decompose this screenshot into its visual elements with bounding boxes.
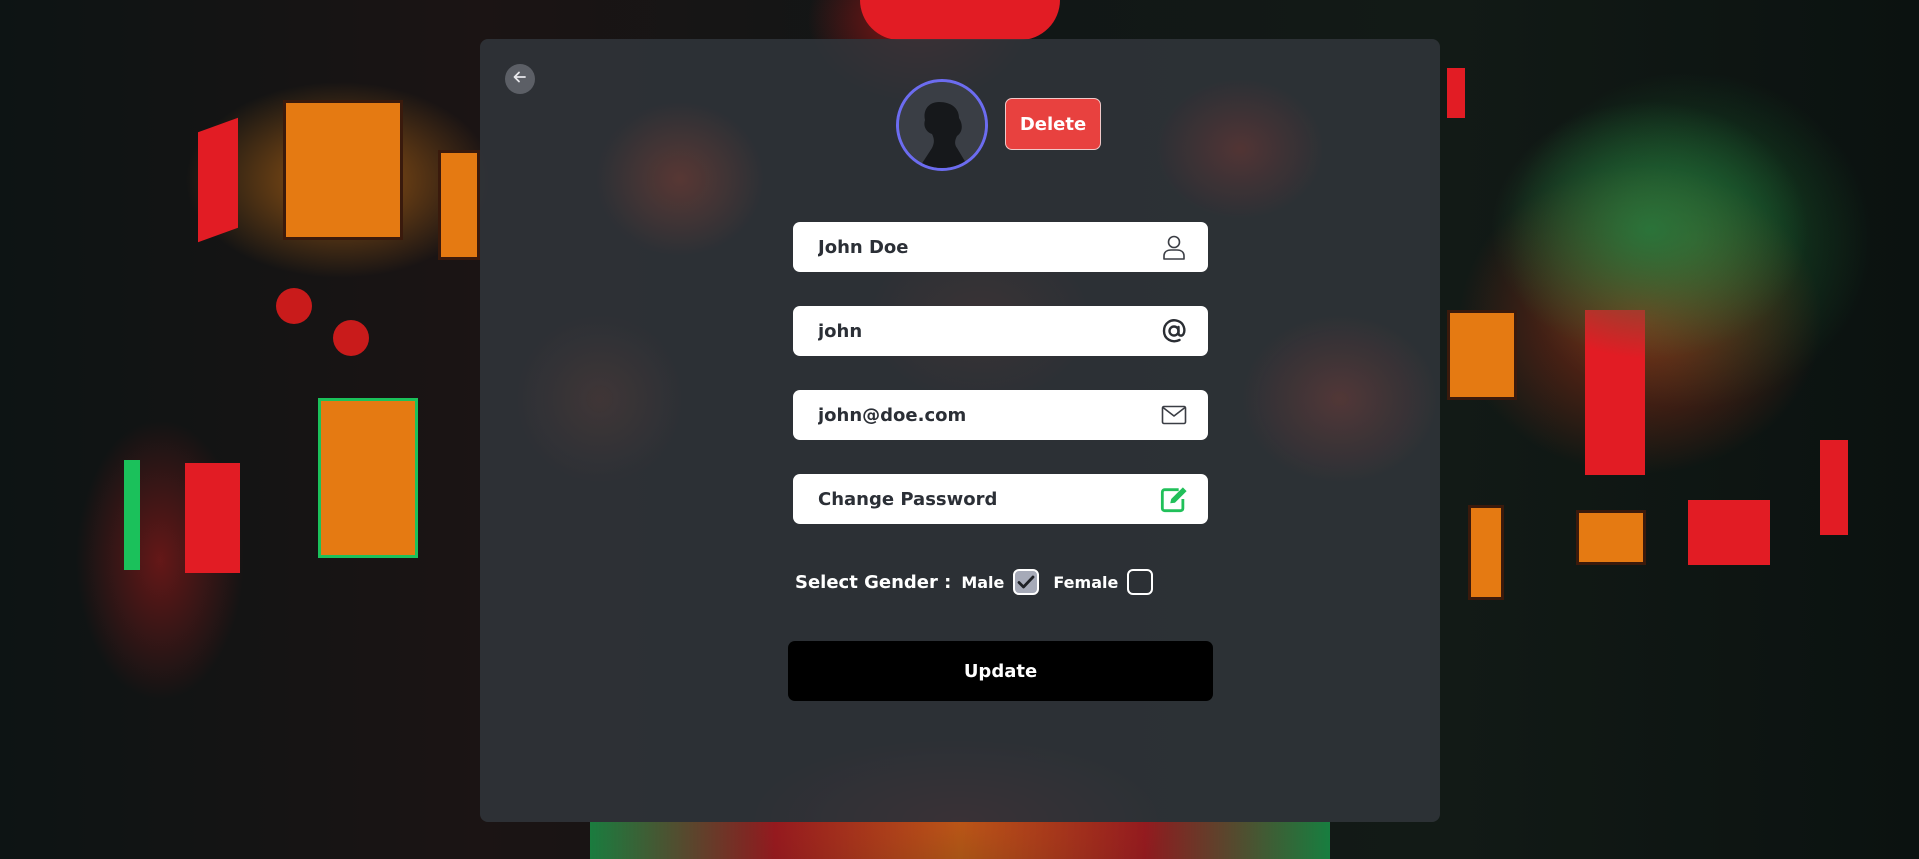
background-sign <box>198 117 238 243</box>
username-field[interactable] <box>793 306 1208 356</box>
gender-female-checkbox[interactable] <box>1127 569 1154 595</box>
background-lantern <box>333 320 369 356</box>
background-window <box>1468 505 1504 600</box>
arrow-left-icon <box>512 69 528 90</box>
background-sign <box>1688 500 1770 565</box>
gender-title: Select Gender : <box>795 571 952 593</box>
password-field[interactable] <box>793 474 1208 524</box>
email-input[interactable] <box>818 404 1138 426</box>
background-window <box>318 398 418 558</box>
background-sign <box>860 0 1060 40</box>
user-icon <box>1160 233 1188 261</box>
avatar-silhouette-icon <box>899 82 985 168</box>
at-icon <box>1160 317 1188 345</box>
delete-button[interactable]: Delete <box>1005 98 1101 150</box>
gender-option-male-label: Male <box>961 572 1005 592</box>
name-input[interactable] <box>818 236 1138 258</box>
update-button[interactable]: Update <box>788 641 1213 701</box>
background-window <box>1576 510 1646 565</box>
gender-option-female-label: Female <box>1053 572 1119 592</box>
mail-icon <box>1160 401 1188 429</box>
avatar[interactable] <box>896 79 988 171</box>
background-sign <box>1820 440 1848 535</box>
background-lantern <box>276 288 312 324</box>
gender-male-checkbox[interactable] <box>1013 569 1040 595</box>
background-sign <box>1447 68 1465 118</box>
background-window <box>438 150 480 260</box>
name-field[interactable] <box>793 222 1208 272</box>
background-tree <box>1490 100 1810 360</box>
gender-selector: Select Gender : Male Female <box>795 567 1167 597</box>
username-input[interactable] <box>818 320 1138 342</box>
background-sign <box>185 463 240 573</box>
background-sign <box>124 460 140 570</box>
check-icon <box>1017 575 1035 589</box>
background-reflection <box>590 822 1330 859</box>
back-button[interactable] <box>505 64 535 94</box>
password-input[interactable] <box>818 488 1138 510</box>
background-window <box>283 100 403 240</box>
email-field[interactable] <box>793 390 1208 440</box>
edit-icon[interactable] <box>1160 485 1188 513</box>
background-window <box>1447 310 1517 400</box>
